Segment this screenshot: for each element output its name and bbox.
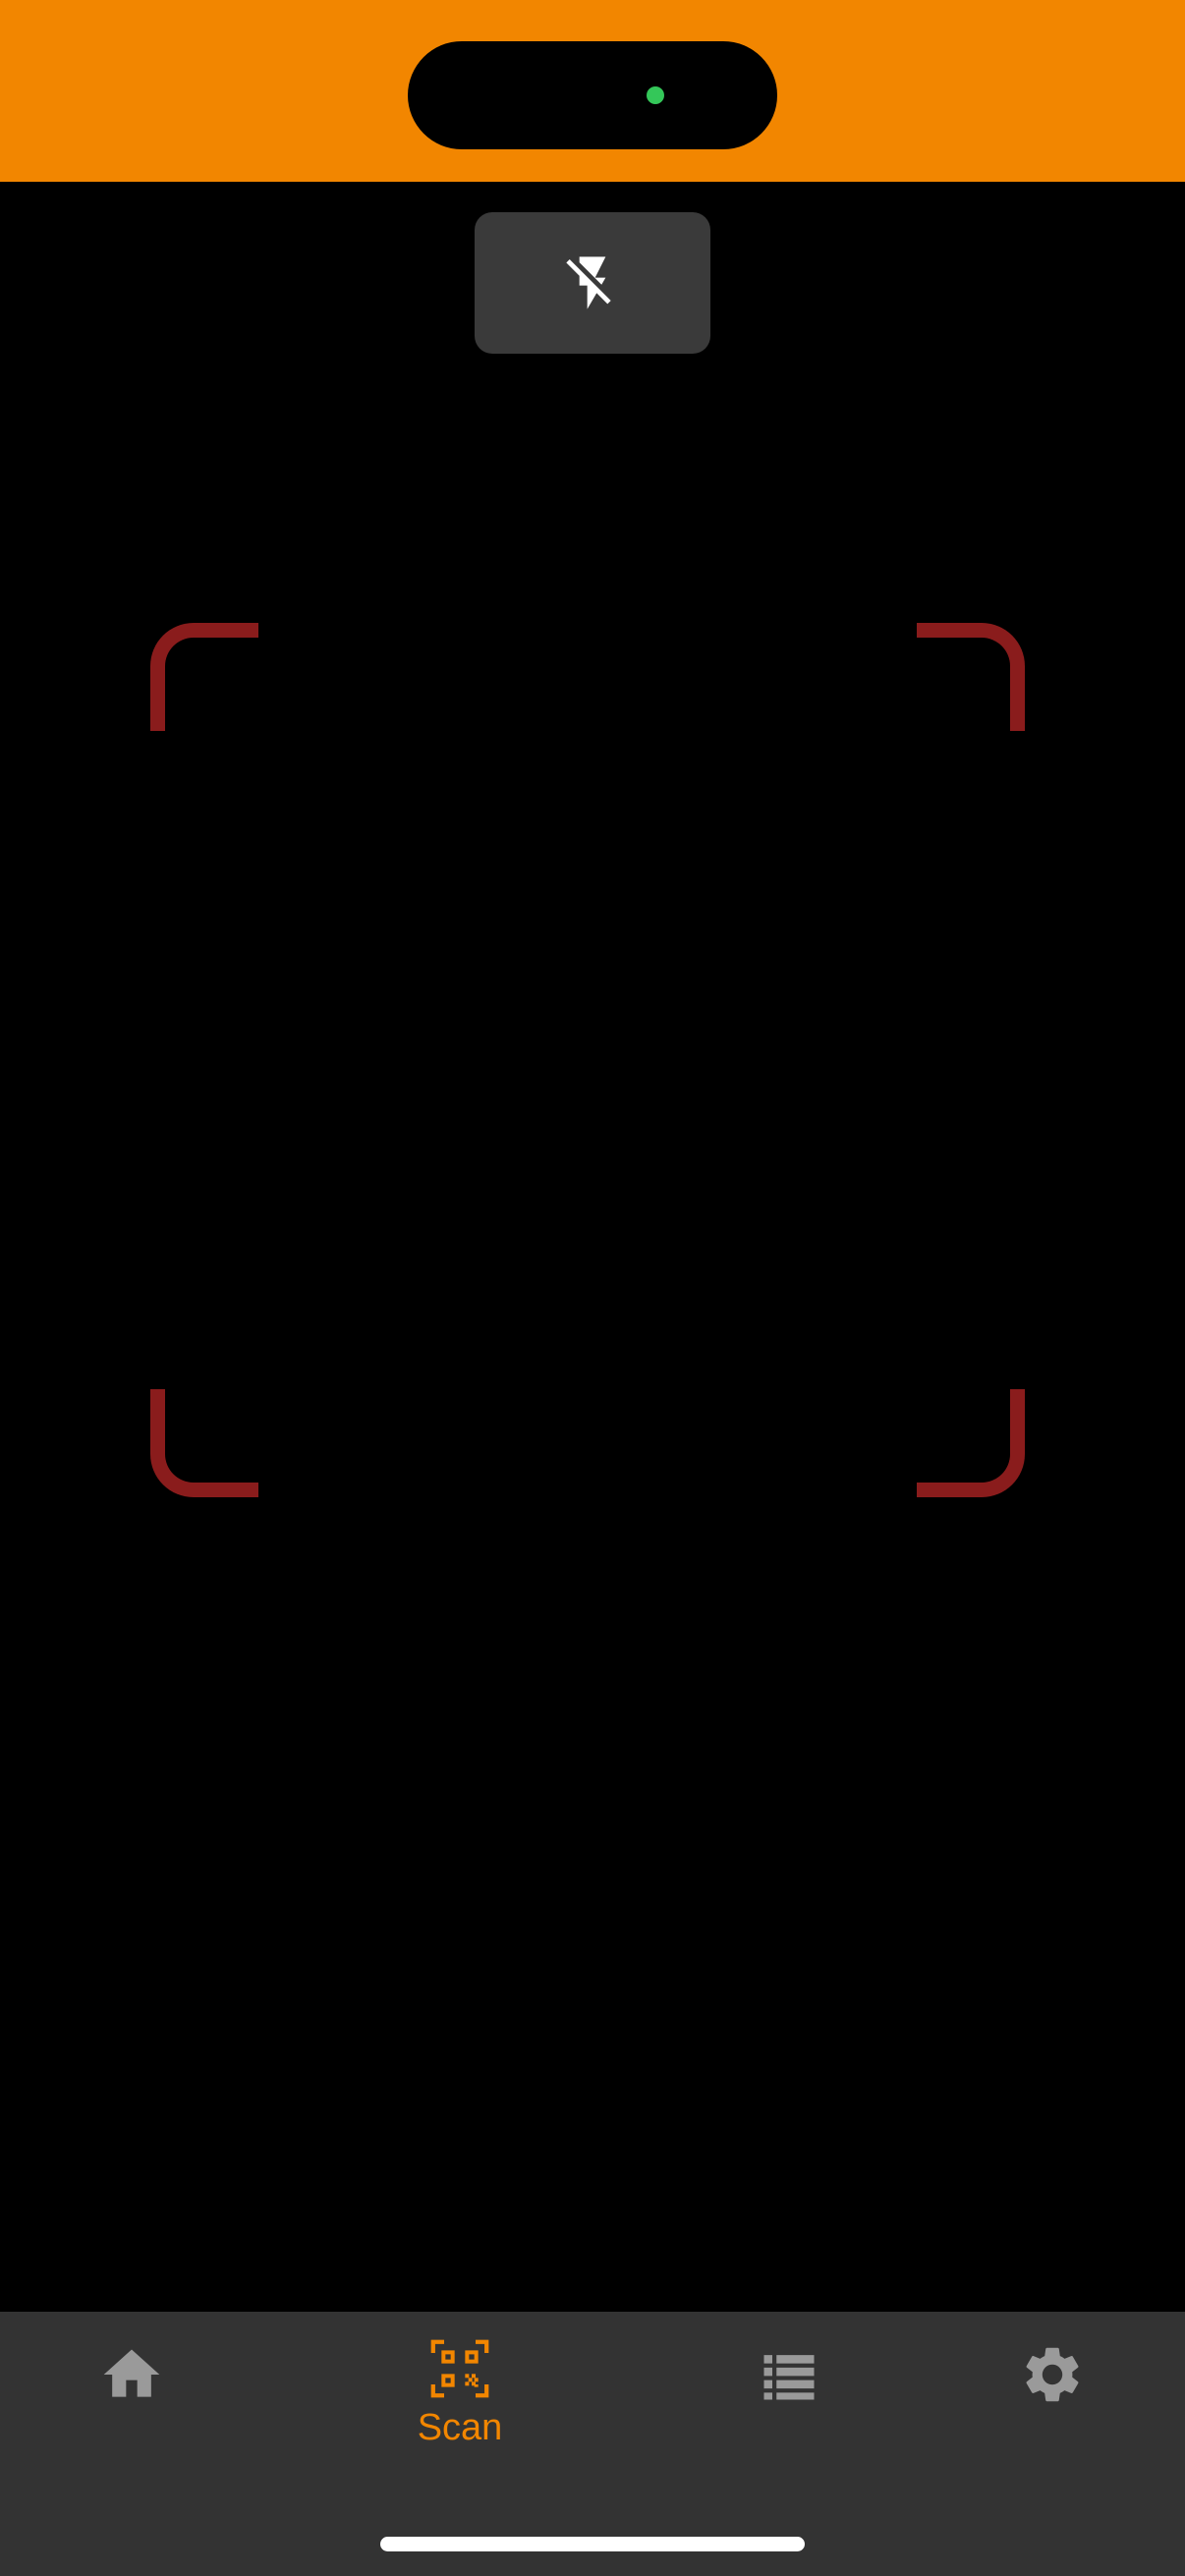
tab-history[interactable] (691, 2312, 887, 2469)
viewfinder-corner-bottom-right (917, 1389, 1025, 1497)
tab-home[interactable] (33, 2312, 230, 2469)
list-icon (763, 2355, 815, 2400)
dynamic-island (408, 41, 777, 149)
home-icon (103, 2349, 160, 2397)
gear-icon (1026, 2347, 1079, 2402)
camera-in-use-indicator (647, 86, 664, 104)
qr-scan-icon (430, 2339, 489, 2398)
viewfinder-corner-top-right (917, 623, 1025, 731)
tab-settings[interactable] (954, 2312, 1151, 2469)
tab-scan[interactable]: Scan (362, 2312, 558, 2469)
flash-toggle-button[interactable] (475, 212, 710, 354)
status-bar (0, 0, 1185, 182)
home-indicator[interactable] (380, 2537, 805, 2551)
camera-viewfinder[interactable] (0, 182, 1185, 2312)
flash-off-icon (566, 256, 611, 309)
viewfinder-corner-top-left (150, 623, 258, 731)
tab-scan-label: Scan (417, 2407, 503, 2448)
scanner-screen: Scan (0, 0, 1185, 2576)
viewfinder-corner-bottom-left (150, 1389, 258, 1497)
